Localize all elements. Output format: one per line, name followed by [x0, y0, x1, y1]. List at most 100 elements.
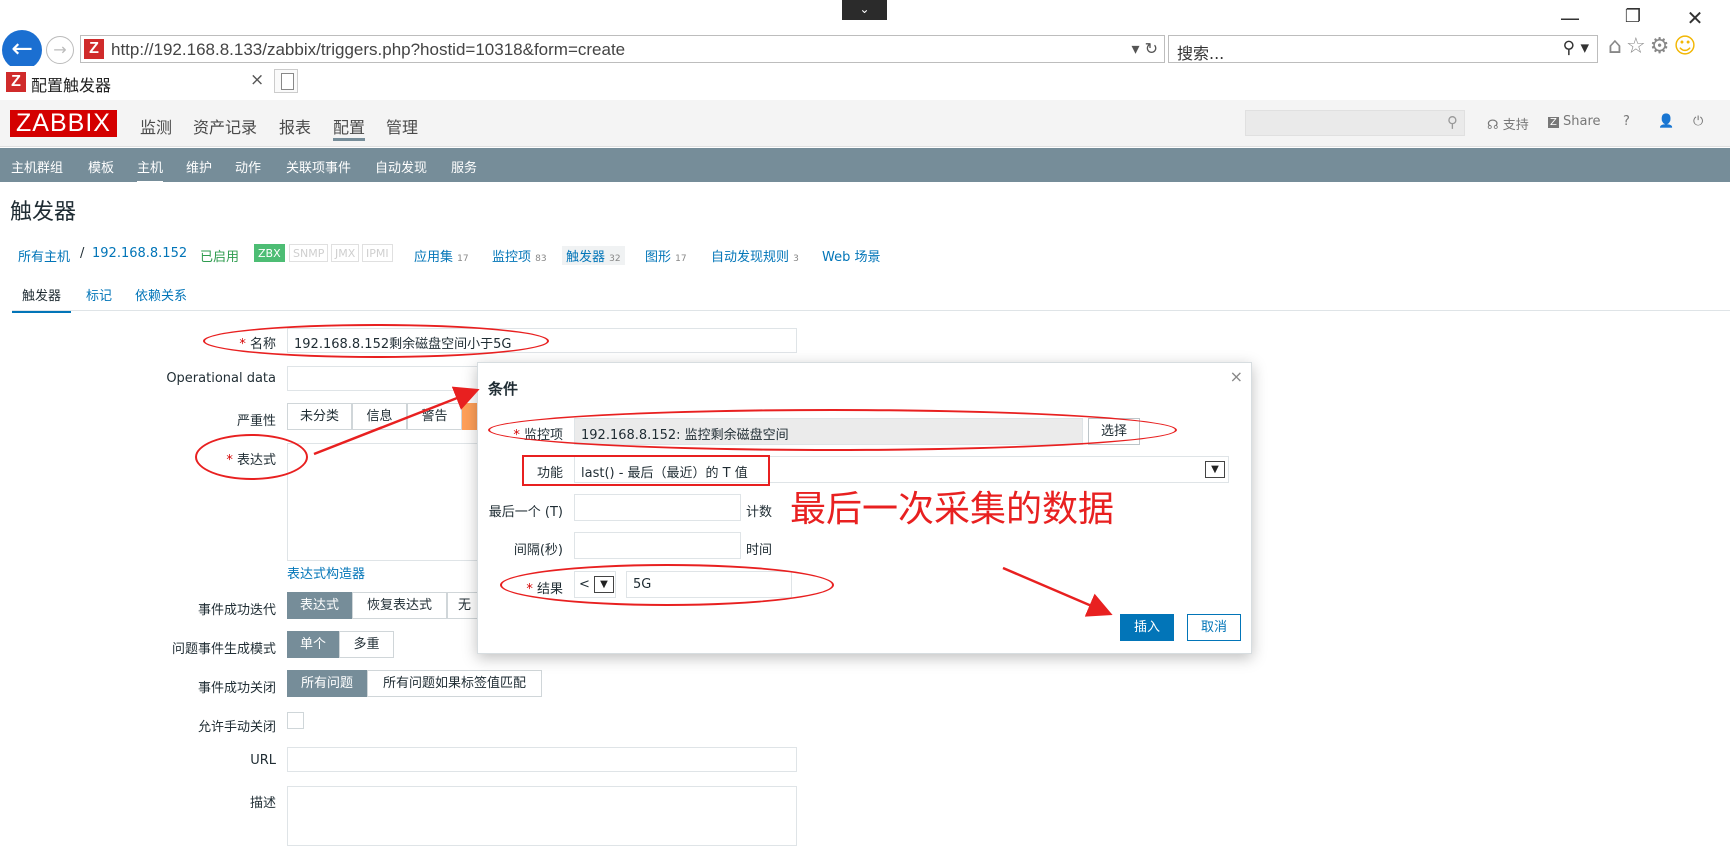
gear-icon[interactable]: ⚙ [1650, 34, 1674, 59]
operational-data-input[interactable] [287, 366, 487, 391]
share-link[interactable]: Z Share [1548, 114, 1601, 129]
browser-chrome: ⌄ — ❐ ✕ ← → Z http://192.168.8.133/zabbi… [0, 0, 1730, 100]
breadcrumb-triggers[interactable]: 触发器 32 [562, 246, 625, 265]
url-text[interactable]: http://192.168.8.133/zabbix/triggers.php… [111, 40, 625, 60]
ok-event-expression[interactable]: 表达式 [287, 592, 352, 619]
problem-mode-single[interactable]: 单个 [287, 631, 339, 658]
chevron-down-icon[interactable]: ▼ [1205, 461, 1225, 478]
refresh-icon[interactable]: ▾ ↻ [1131, 39, 1158, 58]
submenu-services[interactable]: 服务 [451, 157, 477, 176]
host-status-enabled[interactable]: 已启用 [200, 246, 239, 265]
close-window-button[interactable]: ✕ [1680, 6, 1710, 30]
allow-manual-close-checkbox[interactable] [287, 712, 304, 729]
host-breadcrumb: 所有主机 / 192.168.8.152 已启用 ZBX SNMP JMX IP… [18, 244, 1718, 265]
home-icon[interactable]: ⌂ [1608, 34, 1626, 59]
tab-dependencies[interactable]: 依赖关系 [135, 285, 187, 304]
menu-reports[interactable]: 报表 [279, 114, 311, 138]
breadcrumb-web-scenarios[interactable]: Web 场景 [822, 246, 880, 265]
annotation-box-function [522, 455, 770, 486]
submenu-actions[interactable]: 动作 [235, 157, 261, 176]
severity-not-classified[interactable]: 未分类 [287, 403, 352, 430]
annotation-ellipse-result [500, 564, 834, 606]
browser-tab-active[interactable]: Z 配置触发器 × [0, 66, 270, 96]
tab-list-dropdown-button[interactable]: ⌄ [842, 0, 887, 20]
triggers-label: 触发器 [566, 250, 606, 265]
forward-button[interactable]: → [46, 36, 74, 64]
breadcrumb-discovery-rules[interactable]: 自动发现规则 3 [711, 246, 799, 265]
problem-mode-multiple[interactable]: 多重 [339, 631, 394, 658]
support-link[interactable]: ☊ 支持 [1487, 114, 1529, 133]
interval-input[interactable] [574, 532, 741, 559]
description-textarea[interactable] [287, 786, 797, 846]
tab-divider [12, 310, 1730, 311]
cancel-button[interactable]: 取消 [1187, 614, 1241, 641]
breadcrumb-all-hosts[interactable]: 所有主机 [18, 246, 70, 265]
zabbix-header: ZABBIX 监测 资产记录 报表 配置 管理 ⚲ ☊ 支持 Z Share ?… [0, 100, 1730, 147]
ok-event-recovery-expression[interactable]: 恢复表达式 [352, 592, 447, 619]
arrow-right-icon: → [53, 40, 67, 59]
minimize-button[interactable]: — [1555, 6, 1585, 30]
breadcrumb-items[interactable]: 监控项 83 [492, 246, 547, 265]
browser-search-placeholder: 搜索... [1177, 44, 1225, 63]
last-t-label: 最后一个 (T) [488, 505, 563, 520]
smiley-feedback-icon[interactable]: ☺ [1673, 34, 1700, 59]
submenu-templates[interactable]: 模板 [88, 157, 114, 176]
interval-unit: 时间 [746, 543, 773, 558]
restore-button[interactable]: ❐ [1618, 6, 1648, 27]
annotation-ellipse-name [203, 324, 549, 358]
severity-warning[interactable]: 警告 [407, 403, 462, 430]
severity-information[interactable]: 信息 [352, 403, 407, 430]
graphs-label: 图形 [645, 250, 672, 265]
last-t-input[interactable] [574, 494, 741, 521]
availability-snmp-badge: SNMP [289, 244, 329, 262]
global-search-input[interactable]: ⚲ [1245, 110, 1465, 136]
user-profile-icon[interactable]: 👤 [1658, 114, 1674, 129]
items-label: 监控项 [492, 250, 532, 265]
support-label: 支持 [1502, 118, 1529, 133]
expression-constructor-link[interactable]: 表达式构造器 [287, 563, 365, 582]
ok-close-all-problems[interactable]: 所有问题 [287, 670, 367, 697]
breadcrumb-applications[interactable]: 应用集 17 [414, 246, 469, 265]
annotation-ellipse-expression [195, 434, 308, 480]
browser-search-input[interactable]: 搜索... ⚲ ▾ [1168, 35, 1598, 63]
search-icon[interactable]: ⚲ ▾ [1563, 38, 1589, 58]
url-input[interactable] [287, 747, 797, 772]
breadcrumb-separator: / [80, 246, 85, 261]
insert-button[interactable]: 插入 [1120, 614, 1174, 641]
menu-monitoring[interactable]: 监测 [140, 114, 172, 138]
star-icon[interactable]: ☆ [1626, 34, 1650, 59]
submenu-discovery[interactable]: 自动发现 [375, 157, 427, 176]
help-icon[interactable]: ? [1623, 114, 1630, 129]
zabbix-logo[interactable]: ZABBIX [10, 110, 117, 137]
tab-close-icon[interactable]: × [250, 70, 264, 90]
zabbix-favicon-icon: Z [6, 72, 26, 92]
address-bar[interactable]: Z http://192.168.8.133/zabbix/triggers.p… [80, 35, 1165, 63]
availability-ipmi-badge: IPMI [362, 244, 393, 262]
share-z-icon: Z [1548, 117, 1559, 128]
menu-configuration[interactable]: 配置 [333, 114, 366, 141]
submenu-maintenance[interactable]: 维护 [186, 157, 212, 176]
interval-label: 间隔(秒) [513, 543, 563, 558]
problem-event-mode-label: 问题事件生成模式 [171, 642, 276, 657]
applications-label: 应用集 [414, 250, 454, 265]
new-tab-button[interactable] [274, 69, 298, 93]
breadcrumb-graphs[interactable]: 图形 17 [645, 246, 687, 265]
ok-close-tag-match[interactable]: 所有问题如果标签值匹配 [367, 670, 542, 697]
items-count: 83 [535, 254, 547, 264]
menu-inventory[interactable]: 资产记录 [193, 114, 257, 138]
back-button[interactable]: ← [2, 30, 42, 70]
search-icon[interactable]: ⚲ [1447, 113, 1458, 131]
share-label: Share [1563, 114, 1601, 129]
tab-row: Z 配置触发器 × [0, 66, 1730, 96]
submenu-hosts[interactable]: 主机 [137, 157, 164, 184]
submenu-event-correlation[interactable]: 关联项事件 [286, 157, 351, 176]
discovery-rules-label: 自动发现规则 [711, 250, 790, 265]
expression-textarea[interactable] [287, 443, 487, 561]
tab-trigger[interactable]: 触发器 [12, 285, 72, 313]
breadcrumb-host[interactable]: 192.168.8.152 [92, 246, 187, 261]
close-icon[interactable]: × [1230, 367, 1243, 386]
sign-out-icon[interactable]: ⏻ [1693, 114, 1703, 129]
menu-administration[interactable]: 管理 [386, 114, 418, 138]
tab-tags[interactable]: 标记 [86, 285, 112, 304]
submenu-host-groups[interactable]: 主机群组 [11, 157, 63, 176]
